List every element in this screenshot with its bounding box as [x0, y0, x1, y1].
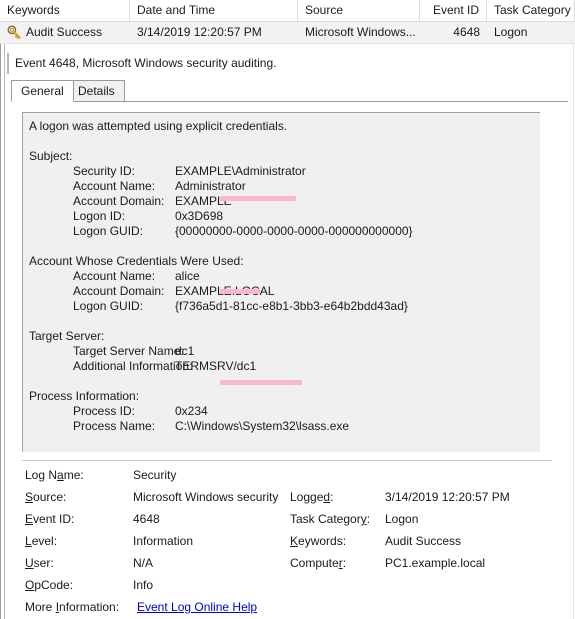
field-value: TERMSRV/dc1 [175, 359, 257, 373]
cell-source[interactable]: Microsoft Windows... [298, 22, 420, 43]
event-title: Event 4648, Microsoft Windows security a… [7, 53, 568, 74]
field-target-server-name: Target Server Name: dc1 [29, 344, 540, 359]
field-subject-account-domain: Account Domain: EXAMPLE [29, 194, 540, 209]
field-value: {00000000-0000-0000-0000-000000000000} [175, 224, 413, 238]
detail-label-source: Source: [25, 490, 67, 504]
detail-value-logged: 3/14/2019 12:20:57 PM [385, 490, 510, 504]
detail-value-opcode: Info [133, 578, 154, 592]
field-label: Logon GUID: [73, 299, 144, 313]
field-security-id: Security ID: EXAMPLE\Administrator [29, 164, 540, 179]
field-label: Process Name: [73, 419, 156, 433]
field-process-id: Process ID: 0x234 [29, 404, 540, 419]
field-cred-logon-guid: Logon GUID: {f736a5d1-81cc-e8b1-3bb3-e64… [29, 299, 540, 314]
pane-top-strip [5, 44, 573, 53]
detail-separator [22, 460, 552, 461]
event-list-header-row: Keywords Date and Time Source Event ID T… [0, 0, 575, 22]
column-header-keywords[interactable]: Keywords [0, 0, 130, 21]
detail-label-level: Level: [25, 534, 58, 548]
cell-keywords-text: Audit Success [26, 25, 103, 39]
section-heading-target-server: Target Server: [29, 329, 105, 343]
field-label: Target Server Name: [73, 344, 184, 358]
field-label: Process ID: [73, 404, 136, 418]
detail-label-logged: Logged: [290, 490, 334, 504]
field-value: 0x234 [175, 404, 208, 418]
field-label: Security ID: [73, 164, 136, 178]
cell-keywords[interactable]: Audit Success [0, 22, 130, 43]
cell-task-category[interactable]: Logon [487, 22, 575, 43]
detail-label-computer: Computer: [290, 556, 347, 570]
field-label: Logon ID: [73, 209, 126, 223]
field-label: Logon GUID: [73, 224, 144, 238]
tab-general[interactable]: General [11, 80, 74, 102]
field-label: Account Domain: [73, 284, 165, 298]
section-heading-subject: Subject: [29, 149, 73, 163]
field-value: dc1 [175, 344, 195, 358]
tabstrip: General Details [11, 80, 568, 102]
field-label: Account Name: [73, 269, 156, 283]
cell-event-id[interactable]: 4648 [420, 22, 487, 43]
field-value: alice [175, 269, 200, 283]
event-list: Keywords Date and Time Source Event ID T… [0, 0, 575, 44]
detail-label-task-category: Task Category: [290, 512, 371, 526]
event-description-pane[interactable]: A logon was attempted using explicit cre… [22, 112, 540, 452]
table-row[interactable]: Audit Success 3/14/2019 12:20:57 PM Micr… [0, 22, 575, 44]
field-value: C:\Windows\System32\lsass.exe [175, 419, 350, 433]
event-log-online-help-link[interactable]: Event Log Online Help [137, 598, 257, 617]
field-additional-information: Additional Information: TERMSRV/dc1 [29, 359, 540, 374]
field-value: {f736a5d1-81cc-e8b1-3bb3-e64b2bdd43ad} [175, 299, 408, 313]
field-value: EXAMPLE [175, 194, 232, 208]
field-value: 0x3D698 [175, 209, 224, 223]
detail-label-keywords: Keywords: [290, 534, 347, 548]
field-label: Additional Information: [73, 359, 193, 373]
detail-value-keywords: Audit Success [385, 534, 462, 548]
field-logon-id: Logon ID: 0x3D698 [29, 209, 540, 224]
detail-label-more-information: More Information: [25, 600, 120, 614]
field-label: Account Domain: [73, 194, 165, 208]
description-summary: A logon was attempted using explicit cre… [29, 119, 288, 133]
field-process-name: Process Name: C:\Windows\System32\lsass.… [29, 419, 540, 434]
detail-value-source: Microsoft Windows security [133, 490, 279, 504]
detail-value-task-category: Logon [385, 512, 419, 526]
detail-label-user: User: [25, 556, 54, 570]
field-cred-account-name: Account Name: alice [29, 269, 540, 284]
detail-value-computer: PC1.example.local [385, 556, 486, 570]
section-heading-credentials-used: Account Whose Credentials Were Used: [29, 254, 244, 268]
field-value: Administrator [175, 179, 246, 193]
key-icon [7, 25, 21, 39]
section-heading-process-information: Process Information: [29, 389, 140, 403]
detail-label-event-id: Event ID: [25, 512, 75, 526]
field-subject-logon-guid: Logon GUID: {00000000-0000-0000-0000-000… [29, 224, 540, 239]
detail-value-level: Information [133, 534, 194, 548]
event-detail-fields: Log Name: Security Source: Microsoft Win… [0, 466, 575, 619]
field-value: EXAMPLE.LOCAL [175, 284, 275, 298]
field-cred-account-domain: Account Domain: EXAMPLE.LOCAL [29, 284, 540, 299]
column-header-date-and-time[interactable]: Date and Time [130, 0, 298, 21]
cell-date-and-time[interactable]: 3/14/2019 12:20:57 PM [130, 22, 298, 43]
field-value: EXAMPLE\Administrator [175, 164, 306, 178]
field-label: Account Name: [73, 179, 156, 193]
column-header-task-category[interactable]: Task Category [487, 0, 575, 21]
field-subject-account-name: Account Name: Administrator [29, 179, 540, 194]
detail-value-user: N/A [133, 556, 154, 570]
detail-label-opcode: OpCode: [25, 578, 74, 592]
detail-value-log-name: Security [133, 468, 177, 482]
detail-label-log-name: Log Name: [25, 468, 84, 482]
detail-value-event-id: 4648 [133, 512, 160, 526]
event-description-body: A logon was attempted using explicit cre… [23, 113, 540, 434]
tab-details[interactable]: Details [68, 80, 125, 102]
column-header-source[interactable]: Source [298, 0, 420, 21]
column-header-event-id[interactable]: Event ID [420, 0, 487, 21]
